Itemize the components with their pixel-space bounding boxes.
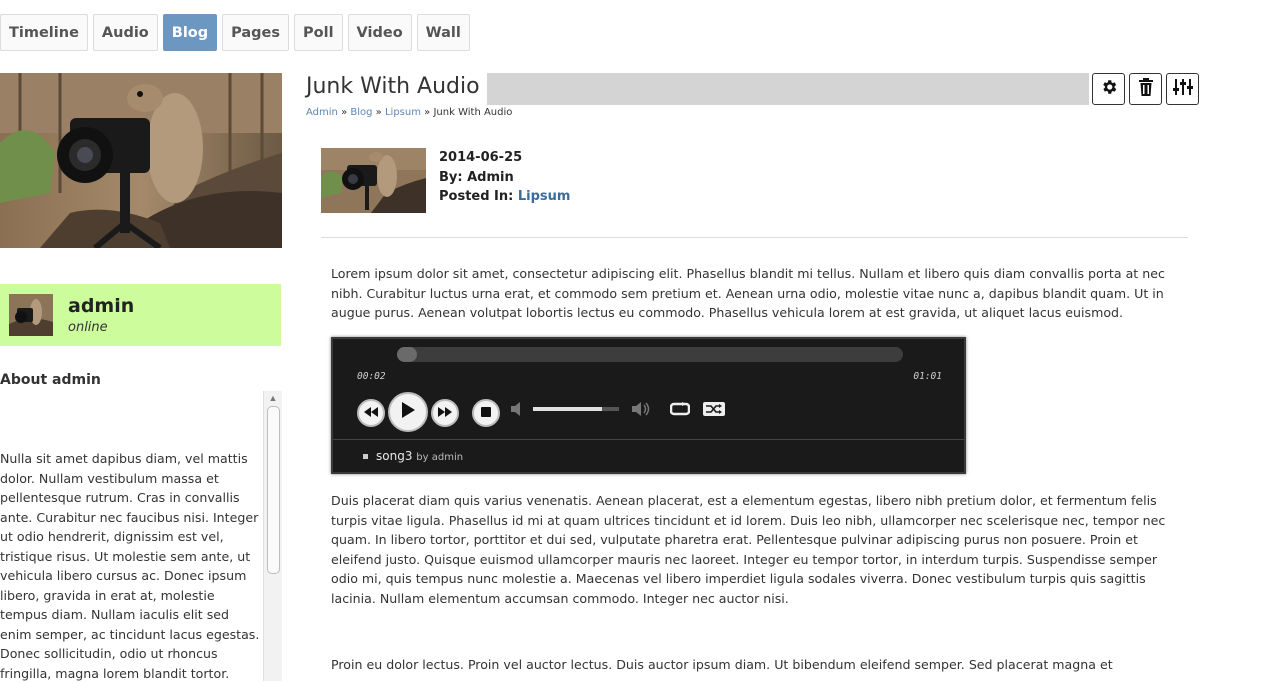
sliders-icon [1172, 78, 1194, 101]
stop-icon [481, 404, 491, 422]
play-icon [401, 401, 415, 423]
breadcrumb-admin[interactable]: Admin [306, 107, 338, 118]
fast-forward-button[interactable] [431, 399, 459, 427]
post-paragraph-1: Lorem ipsum dolor sit amet, consectetur … [331, 266, 1165, 320]
profile-photo-wrapper [0, 73, 282, 248]
current-time: 00:02 [357, 371, 386, 382]
playlist-item[interactable]: song3 by admin [363, 449, 463, 463]
tab-poll[interactable]: Poll [294, 14, 343, 51]
rewind-icon [364, 404, 378, 422]
shuffle-icon[interactable] [703, 402, 725, 421]
track-artist: by admin [416, 452, 464, 463]
breadcrumb: Admin » Blog » Lipsum » Junk With Audio [306, 107, 512, 118]
breadcrumb-blog[interactable]: Blog [350, 107, 372, 118]
user-status: online [68, 320, 108, 335]
breadcrumb-separator: » [375, 107, 382, 118]
tab-wall[interactable]: Wall [416, 14, 470, 51]
page-title: Junk With Audio [306, 74, 480, 99]
track-title: song3 [376, 449, 413, 463]
breadcrumb-separator: » [424, 107, 431, 118]
tab-timeline[interactable]: Timeline [0, 14, 88, 51]
breadcrumb-current: Junk With Audio [433, 107, 513, 118]
post-paragraph-3: Proin eu dolor lectus. Proin vel auctor … [331, 657, 1113, 672]
post-category-link[interactable]: Lipsum [518, 189, 571, 204]
title-bar [487, 73, 1089, 105]
stop-button[interactable] [472, 399, 500, 427]
audio-player: 00:02 01:01 song3 by admin [331, 337, 966, 474]
trash-icon [1138, 77, 1154, 101]
user-box: admin online [0, 284, 281, 346]
duration: 01:01 [913, 371, 942, 382]
scroll-up-arrow-icon[interactable]: ▲ [264, 391, 282, 405]
play-button[interactable] [388, 392, 428, 432]
about-heading: About admin [0, 372, 101, 388]
mute-icon[interactable] [511, 402, 523, 421]
section-tabs: Timeline Audio Blog Pages Poll Video Wal… [0, 14, 475, 51]
settings-button[interactable] [1092, 73, 1125, 105]
title-row: Junk With Audio [306, 73, 1202, 105]
post-author-label: By: [439, 169, 463, 185]
tab-blog[interactable]: Blog [162, 14, 218, 51]
volume-level [533, 407, 602, 411]
post-category-line: Posted In: Lipsum [439, 187, 570, 207]
post-thumbnail[interactable] [321, 148, 426, 213]
delete-button[interactable] [1129, 73, 1162, 105]
seek-progress [397, 347, 417, 362]
tab-pages[interactable]: Pages [222, 14, 290, 51]
post-paragraph-2: Duis placerat diam quis varius venenatis… [331, 493, 1166, 606]
breadcrumb-separator: » [341, 107, 348, 118]
playlist-bullet-icon [363, 454, 368, 459]
scroll-thumb[interactable] [267, 406, 280, 574]
about-text: Nulla sit amet dapibus diam, vel mattis … [0, 451, 260, 681]
seek-bar[interactable] [397, 347, 903, 362]
post-author: Admin [467, 169, 514, 185]
post-category-label: Posted In: [439, 189, 514, 204]
avatar[interactable] [9, 294, 53, 336]
profile-photo [0, 73, 282, 248]
post-author-line: By: Admin [439, 168, 570, 188]
player-divider [333, 439, 964, 440]
about-scrollbar[interactable]: ▲ [263, 391, 282, 681]
user-name[interactable]: admin [68, 295, 134, 317]
gear-icon [1100, 78, 1118, 101]
breadcrumb-lipsum[interactable]: Lipsum [385, 107, 421, 118]
rewind-button[interactable] [357, 399, 385, 427]
tab-audio[interactable]: Audio [92, 14, 158, 51]
volume-slider[interactable] [533, 407, 619, 411]
adjust-button[interactable] [1166, 73, 1199, 105]
post-date: 2014-06-25 [439, 150, 523, 165]
tab-video[interactable]: Video [347, 14, 412, 51]
fast-forward-icon [438, 404, 452, 422]
volume-max-icon[interactable] [632, 401, 652, 422]
repeat-icon[interactable] [669, 402, 691, 421]
divider [321, 237, 1188, 238]
